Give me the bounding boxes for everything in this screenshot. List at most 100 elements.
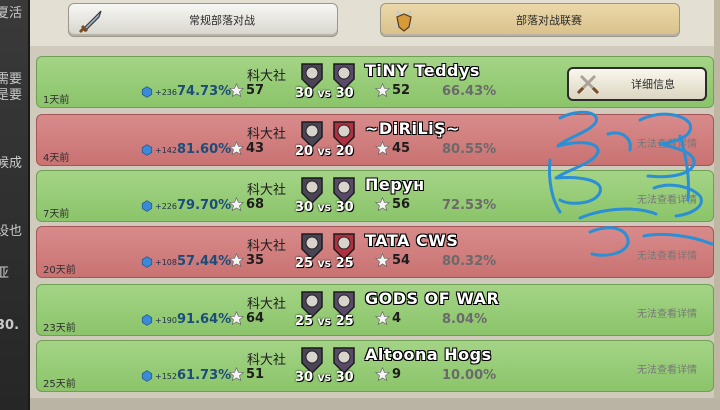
trophy-gain: +236 [141,86,177,98]
trophy-gain: +152 [141,370,177,382]
enemy-destruction-percent: 8.04% [442,312,488,327]
trophy-gain-value: +236 [155,87,177,97]
tab-label: 部落对战联赛 [516,14,582,27]
enemy-stars-value: 4 [392,311,402,326]
own-stars: 64 [229,311,264,326]
own-stars: 35 [229,253,264,268]
left-strip-text: 亚 [0,262,9,281]
own-stars-value: 51 [246,367,265,382]
gem-icon [141,256,153,268]
left-strip-text: 设也 [0,224,23,239]
enemy-stars: 52 [375,83,410,98]
war-date: 1天前 [43,95,70,106]
enemy-stars: 54 [375,253,410,268]
enemy-stars: 45 [375,141,410,156]
trophy-gain: +226 [141,200,177,212]
own-destruction-percent: 79.70% [177,198,232,213]
star-icon [229,83,244,98]
own-destruction-percent: 81.60% [177,142,232,157]
gem-icon [141,144,153,156]
enemy-destruction-percent: 80.55% [442,142,497,157]
enemy-clan-name: GODS OF WAR [365,289,500,308]
enemy-war-size: 25 [335,314,354,329]
gem-icon [141,370,153,382]
enemy-stars-value: 45 [392,141,411,156]
enemy-war-size: 30 [335,370,354,385]
own-war-size: 30 [295,86,314,101]
war-size: 30 VS 30 [295,200,354,215]
gem-icon [141,314,153,326]
star-icon [375,141,390,156]
tab-label: 常规部落对战 [189,14,255,27]
war-date: 4天前 [43,153,70,164]
war-size: 30 VS 30 [295,86,354,101]
war-size: 25 VS 25 [295,314,354,329]
left-side-panel: 夏活 需要 是要 候成 设也 亚 30. [0,0,30,410]
own-destruction-percent: 57.44% [177,254,232,269]
own-stars-value: 35 [246,253,265,268]
enemy-war-size: 20 [335,144,354,159]
trophy-gain-value: +142 [155,145,177,155]
star-icon [375,83,390,98]
war-date: 23天前 [43,323,76,334]
details-button-label: 详细信息 [631,78,675,91]
own-clan-name: 科大社 [247,353,287,368]
enemy-stars: 56 [375,197,410,212]
trophy-gain-value: +108 [155,257,177,267]
unavailable-details-text: 无法查看详情 [637,195,697,206]
enemy-destruction-percent: 66.43% [442,84,497,99]
war-date: 25天前 [43,379,76,390]
enemy-stars: 4 [375,311,401,326]
war-log-list[interactable]: 1天前 科大社 +236 74.73% 57 30 VS 30 TiNY Teddys 52 6… [30,46,720,410]
star-icon [375,311,390,326]
enemy-destruction-percent: 72.53% [442,198,497,213]
panel-bottom-border [30,398,720,410]
own-destruction-percent: 74.73% [177,84,232,99]
war-log-row[interactable]: 23天前 科大社 +190 91.64% 64 25 VS 25 GODS OF WAR 4 8… [36,284,714,336]
enemy-clan-name: TiNY Teddys [365,61,480,80]
star-icon [229,141,244,156]
vs-label: VS [317,148,332,158]
war-size: 30 VS 30 [295,370,354,385]
own-war-size: 30 [295,200,314,215]
own-clan-name: 科大社 [247,127,287,142]
war-log-row[interactable]: 1天前 科大社 +236 74.73% 57 30 VS 30 TiNY Teddys 52 6… [36,56,714,108]
war-log-row[interactable]: 7天前 科大社 +226 79.70% 68 30 VS 30 Перун 56 72.53% 无… [36,170,714,222]
tab-regular-war[interactable]: 常规部落对战 [68,3,338,37]
own-war-size: 25 [295,314,314,329]
trophy-gain: +190 [141,314,177,326]
own-clan-name: 科大社 [247,69,287,84]
enemy-stars: 9 [375,367,401,382]
enemy-war-size: 30 [335,200,354,215]
war-log-row[interactable]: 4天前 科大社 +142 81.60% 43 20 VS 20 ~DiRiLiŞ~ 45 80.… [36,114,714,166]
left-strip-text: 是要 [0,88,23,103]
vs-label: VS [317,90,332,100]
war-date: 7天前 [43,209,70,220]
enemy-war-size: 30 [335,86,354,101]
enemy-destruction-percent: 10.00% [442,368,497,383]
own-destruction-percent: 91.64% [177,312,232,327]
crossed-swords-icon [576,74,600,95]
enemy-destruction-percent: 80.32% [442,254,497,269]
details-button[interactable]: 详细信息 [567,67,707,101]
vs-label: VS [317,374,332,384]
enemy-war-size: 25 [335,256,354,271]
own-stars-value: 68 [246,197,265,212]
sword-icon [78,10,102,34]
enemy-clan-name: ~DiRiLiŞ~ [365,119,461,138]
war-size: 25 VS 25 [295,256,354,271]
own-destruction-percent: 61.73% [177,368,232,383]
war-log-row[interactable]: 20天前 科大社 +108 57.44% 35 25 VS 25 TATA CWS 54 80.… [36,226,714,278]
own-clan-name: 科大社 [247,239,287,254]
war-log-row[interactable]: 25天前 科大社 +152 61.73% 51 30 VS 30 Altoona Hogs 9… [36,340,714,392]
left-strip-text: 候成 [0,156,23,171]
trophy-gain: +108 [141,256,177,268]
trophy-gain-value: +226 [155,201,177,211]
own-stars: 68 [229,197,264,212]
tab-bar: 常规部落对战 部落对战联赛 [30,0,720,46]
left-strip-text: 30. [0,318,20,333]
tab-clan-war-league[interactable]: 部落对战联赛 [380,3,680,37]
unavailable-details-text: 无法查看详情 [637,365,697,376]
trophy-gain-value: +190 [155,315,177,325]
panel-border [714,0,720,410]
